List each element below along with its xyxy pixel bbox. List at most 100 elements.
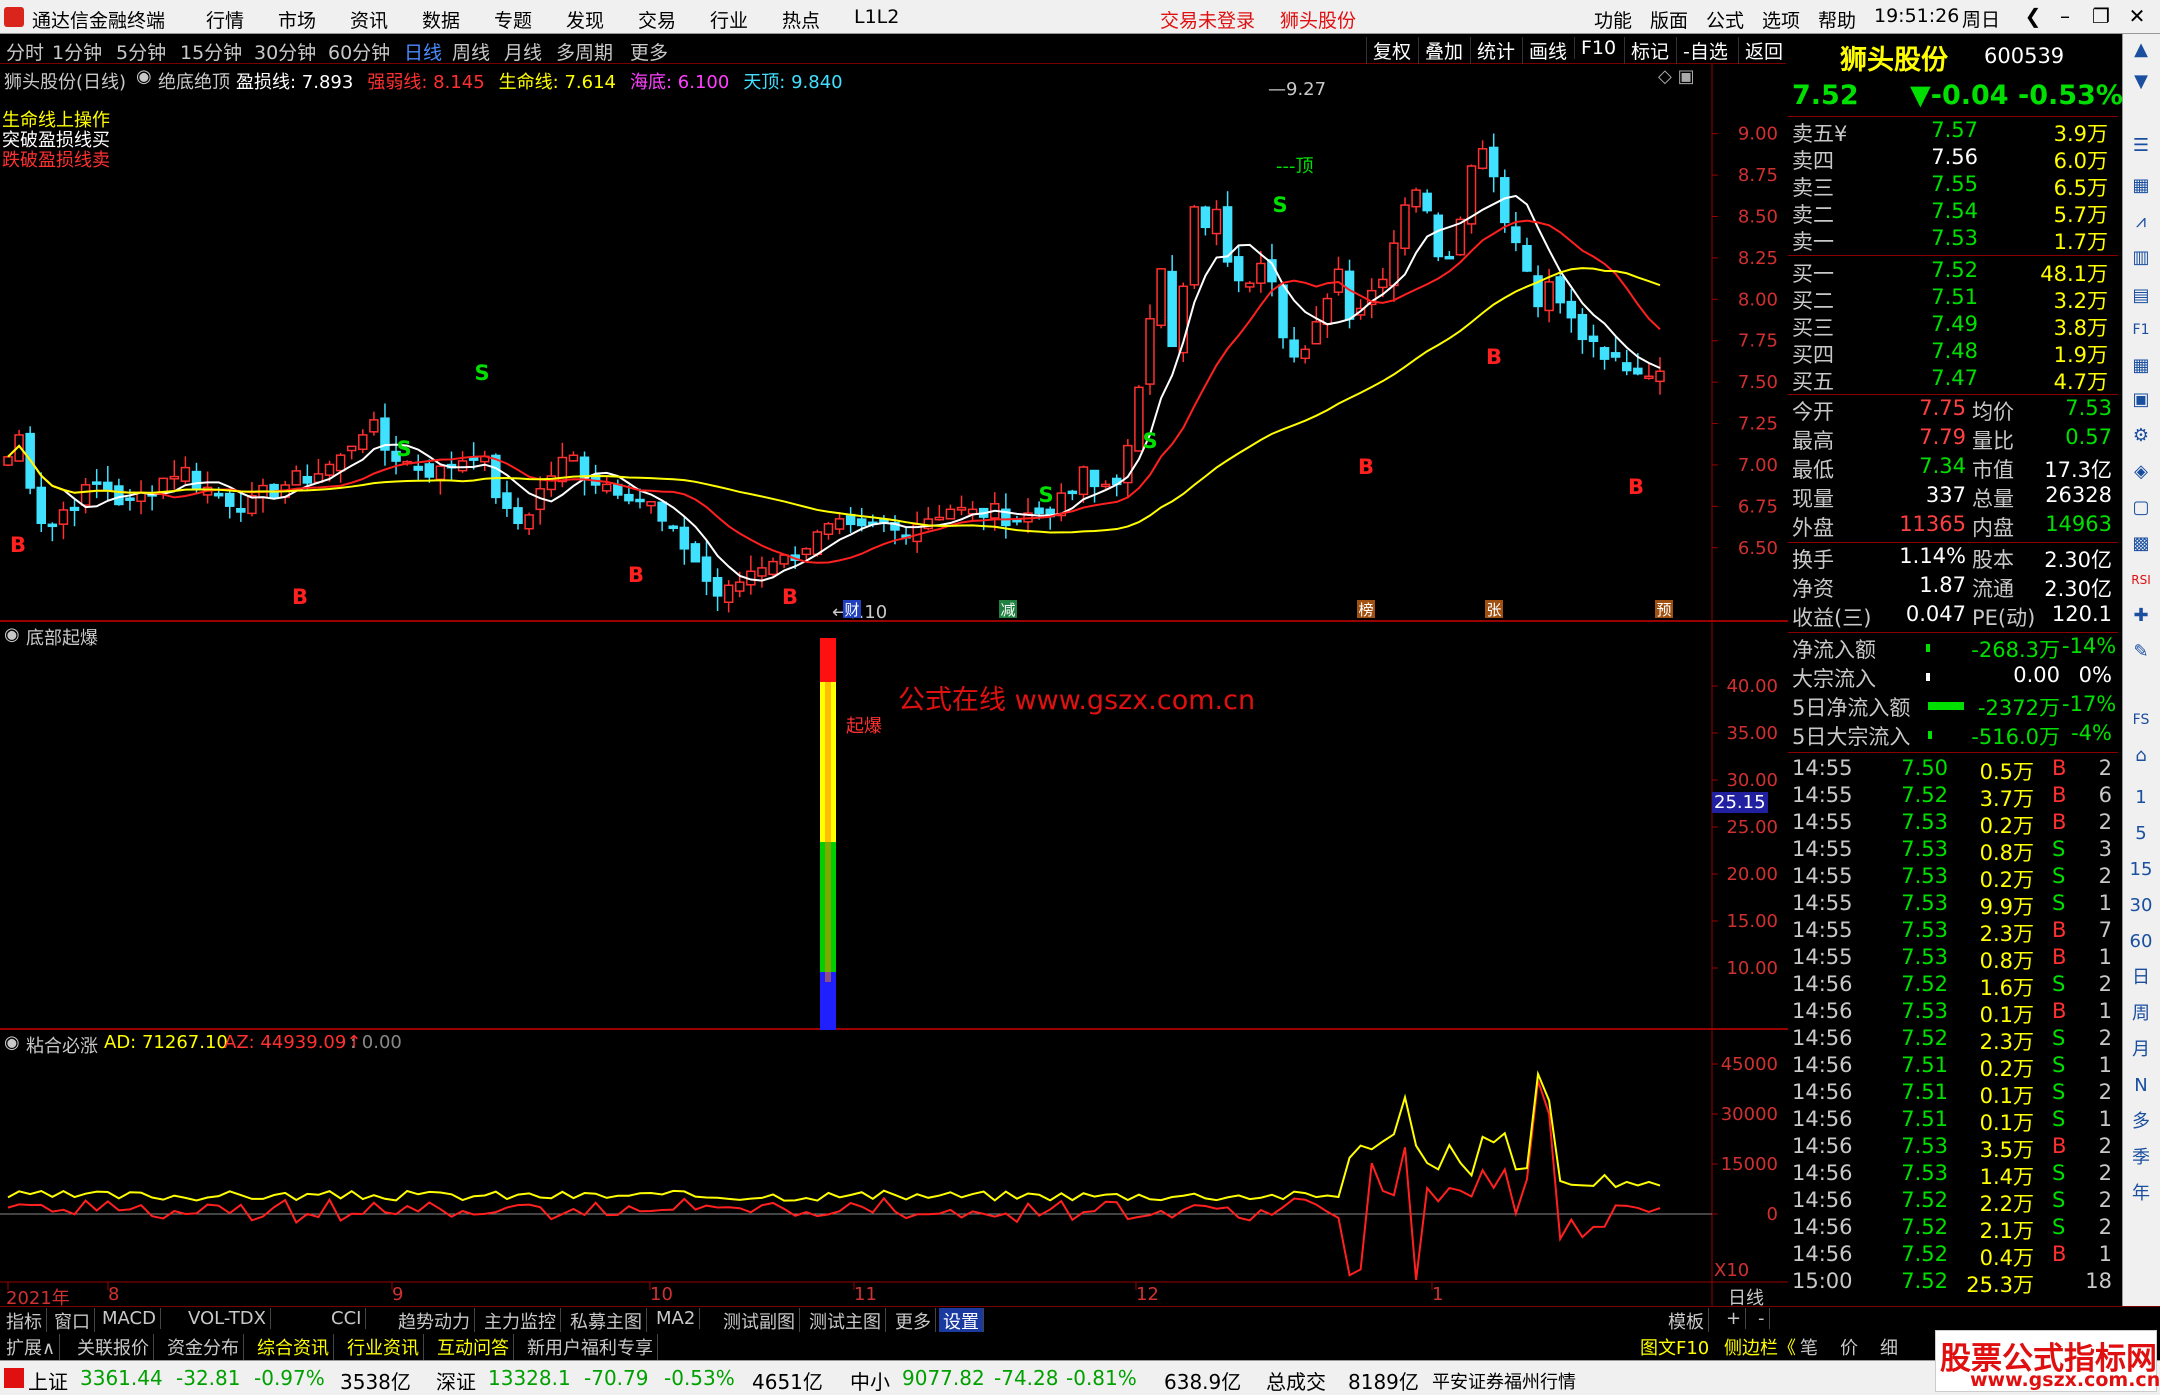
trade-login-status[interactable]: 交易未登录 xyxy=(1160,6,1255,33)
panel-tab-trades[interactable]: 笔 xyxy=(1796,1334,1822,1360)
bottom-tab-7[interactable]: 私募主图 xyxy=(566,1308,647,1334)
toolbar-remove-favorite[interactable]: -自选 xyxy=(1676,37,1728,64)
table-icon[interactable]: ▦ xyxy=(2129,354,2153,378)
period-tab-15min[interactable]: 15分钟 xyxy=(180,38,242,65)
bottom-tab-5[interactable]: 趋势动力 xyxy=(394,1308,475,1334)
bottom-tab-4[interactable]: CCI xyxy=(327,1308,367,1329)
ask-row-1[interactable]: 卖一 7.53 1.7万 xyxy=(1788,226,2118,254)
sub1-toggle-icon[interactable]: ◉ xyxy=(4,624,20,645)
restore-icon[interactable]: ❐ xyxy=(2088,4,2114,28)
gear-icon[interactable]: ⚙ xyxy=(2129,424,2153,448)
bottom-tab-0[interactable]: 指标 xyxy=(2,1308,47,1334)
news-tab-0[interactable]: 扩展∧ xyxy=(2,1334,61,1360)
close-icon[interactable]: ✕ xyxy=(2124,4,2150,28)
bottom-tab-12[interactable]: 设置 xyxy=(939,1308,984,1334)
panel-tab-price[interactable]: 价 xyxy=(1836,1334,1862,1360)
sz-index-name[interactable]: 深证 xyxy=(436,1366,476,1395)
sidebar-period-multi[interactable]: 多 xyxy=(2129,1110,2153,1134)
menu-item-options[interactable]: 选项 xyxy=(1762,6,1800,33)
period-tab-daily[interactable]: 日线 xyxy=(404,38,442,65)
toolbar-draw[interactable]: 画线 xyxy=(1522,37,1567,64)
ask-row-5[interactable]: 卖五¥ 7.57 3.9万 xyxy=(1788,118,2118,146)
toolbar-stats[interactable]: 统计 xyxy=(1470,37,1515,64)
bottom-tab-8[interactable]: MA2 xyxy=(652,1308,701,1329)
news-tab-2[interactable]: 资金分布 xyxy=(163,1334,244,1360)
arrow-up-icon[interactable]: ▲ xyxy=(2129,38,2153,62)
sub2-toggle-icon[interactable]: ◉ xyxy=(4,1032,20,1053)
menu-item-l1l2[interactable]: L1L2 xyxy=(854,6,899,28)
toolbar-restore-rights[interactable]: 复权 xyxy=(1366,37,1411,64)
kline-icon[interactable]: ▥ xyxy=(2129,246,2153,270)
pin-icon[interactable]: ◈ xyxy=(2129,460,2153,484)
menu-item-discover[interactable]: 发现 xyxy=(566,6,604,33)
indicator-toggle-icon[interactable]: ◉ xyxy=(136,66,152,87)
menu-item-hotspot[interactable]: 热点 xyxy=(782,6,820,33)
bar-chart-icon[interactable]: ▩ xyxy=(2129,532,2153,556)
ask-row-2[interactable]: 卖二 7.54 5.7万 xyxy=(1788,199,2118,227)
bottom-tab-1[interactable]: 窗口 xyxy=(50,1308,95,1334)
sidebar-period-5[interactable]: 5 xyxy=(2129,822,2153,846)
ask-row-4[interactable]: 卖四 7.56 6.0万 xyxy=(1788,145,2118,173)
period-tab-multi[interactable]: 多周期 xyxy=(556,38,613,65)
bid-row-2[interactable]: 买二 7.51 3.2万 xyxy=(1788,285,2118,313)
box-icon[interactable]: ▢ xyxy=(2129,496,2153,520)
bid-row-5[interactable]: 买五 7.47 4.7万 xyxy=(1788,366,2118,394)
sidebar-period-n[interactable]: N xyxy=(2129,1074,2153,1098)
bid-row-3[interactable]: 买三 7.49 3.8万 xyxy=(1788,312,2118,340)
sidebar-period-year[interactable]: 年 xyxy=(2129,1182,2153,1206)
bid-row-1[interactable]: 买一 7.52 48.1万 xyxy=(1788,258,2118,286)
sidebar-period-month[interactable]: 月 xyxy=(2129,1038,2153,1062)
toolbar-back[interactable]: 返回 xyxy=(1738,37,1783,64)
menu-item-function[interactable]: 功能 xyxy=(1594,6,1632,33)
period-tab-1min[interactable]: 1分钟 xyxy=(52,38,102,65)
news-tab-1[interactable]: 关联报价 xyxy=(73,1334,154,1360)
sidebar-period-season[interactable]: 季 xyxy=(2129,1146,2153,1170)
news-tab-5[interactable]: 互动问答 xyxy=(433,1334,514,1360)
ask-row-3[interactable]: 卖三 7.55 6.5万 xyxy=(1788,172,2118,200)
panel-tab-detail[interactable]: 细 xyxy=(1876,1334,1902,1360)
sidebar-period-day[interactable]: 日 xyxy=(2129,966,2153,990)
bottom-tab-2[interactable]: MACD xyxy=(98,1308,161,1329)
plus-icon[interactable]: ✚ xyxy=(2129,604,2153,628)
sidebar-fs[interactable]: FS xyxy=(2129,708,2153,732)
panel-icon[interactable]: ▣ xyxy=(2129,388,2153,412)
pencil-icon[interactable]: ✎ xyxy=(2129,640,2153,664)
period-tab-5min[interactable]: 5分钟 xyxy=(116,38,166,65)
sidebar-period-30[interactable]: 30 xyxy=(2129,894,2153,918)
zoom-in-button[interactable]: + xyxy=(1722,1308,1747,1329)
main-indicator-name[interactable]: 绝底绝顶 xyxy=(158,68,230,94)
period-tab-monthly[interactable]: 月线 xyxy=(504,38,542,65)
grid-icon[interactable]: ▦ xyxy=(2129,174,2153,198)
list-icon[interactable]: ☰ xyxy=(2129,134,2153,158)
back-arrow-icon[interactable]: ❮ xyxy=(2020,4,2046,28)
menu-item-formula[interactable]: 公式 xyxy=(1706,6,1744,33)
sidebar-period-60[interactable]: 60 xyxy=(2129,930,2153,954)
menu-item-quotes[interactable]: 行情 xyxy=(206,6,244,33)
zx-index-name[interactable]: 中小 xyxy=(850,1366,890,1395)
sub1-indicator-name[interactable]: 底部起爆 xyxy=(26,624,98,650)
period-tab-more[interactable]: 更多 xyxy=(630,38,668,65)
sub2-indicator-name[interactable]: 粘合必涨 xyxy=(26,1032,98,1058)
menu-item-topics[interactable]: 专题 xyxy=(494,6,532,33)
toolbar-mark[interactable]: 标记 xyxy=(1624,37,1669,64)
graphic-f10-button[interactable]: 图文F10 xyxy=(1636,1334,1713,1360)
menu-item-help[interactable]: 帮助 xyxy=(1818,6,1856,33)
period-tab-60min[interactable]: 60分钟 xyxy=(328,38,390,65)
sidebar-toggle-button[interactable]: 侧边栏《 xyxy=(1720,1334,1800,1360)
sidebar-period-week[interactable]: 周 xyxy=(2129,1002,2153,1026)
bottom-tab-6[interactable]: 主力监控 xyxy=(480,1308,561,1334)
menu-item-industry[interactable]: 行业 xyxy=(710,6,748,33)
chart-icon[interactable]: ⩘ xyxy=(2129,210,2153,234)
bottom-tab-9[interactable]: 测试副图 xyxy=(719,1308,800,1334)
sidebar-period-1[interactable]: 1 xyxy=(2129,786,2153,810)
bottom-tab-11[interactable]: 更多 xyxy=(891,1308,936,1334)
zoom-out-button[interactable]: - xyxy=(1754,1308,1770,1329)
menu-item-news[interactable]: 资讯 xyxy=(350,6,388,33)
chart-expand-icon[interactable]: ◇ ▣ xyxy=(1658,66,1695,87)
news-tab-3[interactable]: 综合资讯 xyxy=(253,1334,334,1360)
bottom-tab-3[interactable]: VOL-TDX xyxy=(184,1308,271,1329)
toolbar-f10[interactable]: F10 xyxy=(1574,37,1616,59)
sidebar-f1[interactable]: F1 xyxy=(2129,318,2153,342)
doc-icon[interactable]: ▤ xyxy=(2129,284,2153,308)
period-tab-weekly[interactable]: 周线 xyxy=(452,38,490,65)
